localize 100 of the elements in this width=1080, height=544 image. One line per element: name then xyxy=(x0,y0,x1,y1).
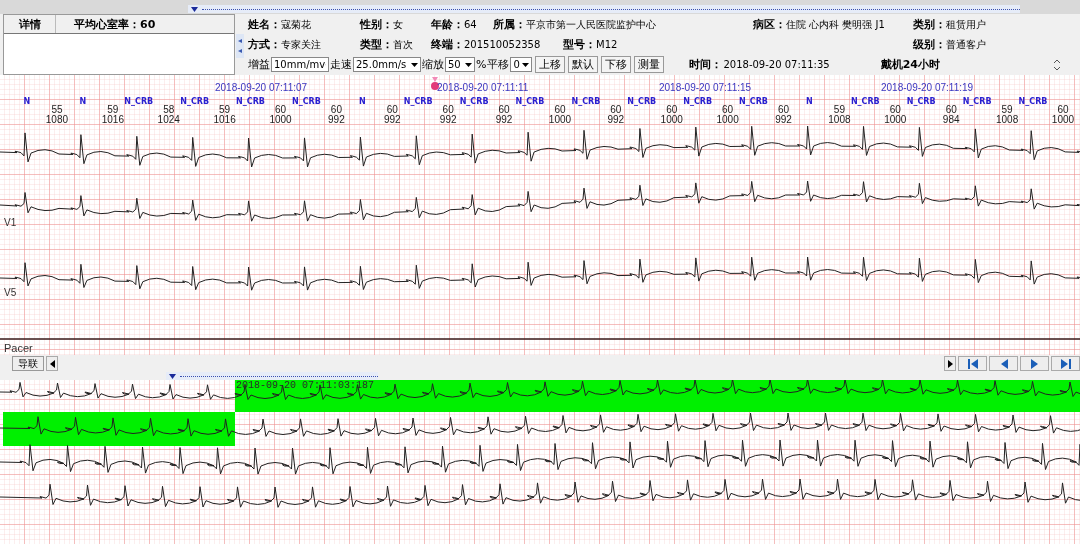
scroll-left-button[interactable] xyxy=(46,356,58,371)
rr-interval-value: 992 xyxy=(607,115,625,125)
rr-interval-value: 1000 xyxy=(716,115,739,125)
heart-rate-value: 60 xyxy=(330,105,342,115)
beat-type-label: N xyxy=(23,97,31,106)
field-value: 平京市第一人民医院监护中心 xyxy=(526,18,656,30)
rr-interval-value: 1000 xyxy=(269,115,292,125)
heart-rate-value: 59 xyxy=(833,105,845,115)
field-value: 专家关注 xyxy=(281,38,321,50)
field-label: 姓名： xyxy=(248,17,281,31)
skip-back-icon xyxy=(966,357,979,370)
rr-interval-value: 1016 xyxy=(101,115,124,125)
speed-label: 走速 xyxy=(330,57,352,72)
zoom-dropdown[interactable]: 50 xyxy=(445,57,475,72)
field-label: 性别： xyxy=(360,17,393,31)
field-label: 所属： xyxy=(493,17,526,31)
toolbar-button[interactable]: 下移 xyxy=(601,56,632,73)
field-label: 方式： xyxy=(248,37,281,51)
heart-rate-value: 60 xyxy=(666,105,678,115)
field-label: 病区： xyxy=(753,17,786,31)
beat-type-label: N_CRB xyxy=(850,97,880,106)
time-value: 2018-09-20 07:11:35 xyxy=(723,59,830,70)
heart-rate-value: 60 xyxy=(722,105,734,115)
field-value: 201510052358 xyxy=(464,38,541,50)
right-arrow-icon xyxy=(1029,357,1040,370)
heart-rate-value: 60 xyxy=(386,105,398,115)
gain-dropdown[interactable]: 10mm/mv xyxy=(271,57,329,72)
left-triangle-icon xyxy=(49,359,55,368)
rr-interval-value: 984 xyxy=(942,115,960,125)
heart-rate-value: 59 xyxy=(219,105,231,115)
field-label: 终端： xyxy=(431,37,464,51)
field-value: M12 xyxy=(596,38,618,50)
shift-dropdown[interactable]: 0 xyxy=(510,57,533,72)
lead-label: Pacer xyxy=(4,342,33,354)
spin-icon[interactable] xyxy=(1053,58,1061,71)
heart-rate-value: 60 xyxy=(498,105,510,115)
splitter-bar[interactable] xyxy=(188,5,1020,13)
heart-rate-value: 60 xyxy=(554,105,566,115)
zoom-label: 缩放 xyxy=(422,57,444,72)
heart-rate-value: 60 xyxy=(274,105,287,115)
beat-type-label: N_CRB xyxy=(571,97,601,106)
skip-forward-icon xyxy=(1059,357,1072,370)
beat-type-label: N xyxy=(806,97,813,106)
notes-field[interactable] xyxy=(4,33,234,74)
beat-type-label: N_CRB xyxy=(459,97,489,106)
right-triangle-icon xyxy=(947,359,953,368)
time-label: 时间： xyxy=(689,57,723,72)
beat-type-label: N_CRB xyxy=(515,97,545,106)
field-value: 租赁用户 xyxy=(946,18,986,30)
field-label: 类型： xyxy=(360,37,393,51)
scroll-right-button[interactable] xyxy=(944,356,956,371)
heart-rate-value: 55 xyxy=(51,105,63,115)
shift-label: 平移 xyxy=(487,57,510,72)
beat-type-label: N xyxy=(358,97,366,106)
rr-interval-value: 1008 xyxy=(828,115,851,125)
heart-rate-value: 60 xyxy=(889,105,901,115)
rr-interval-value: 1024 xyxy=(157,115,180,125)
last-page-button[interactable] xyxy=(1051,356,1080,371)
field-label: 类别： xyxy=(913,17,946,31)
toolbar-button[interactable]: 上移 xyxy=(535,56,566,73)
heart-rate-value: 58 xyxy=(163,105,175,115)
heart-rate-value: 60 xyxy=(777,105,790,115)
collapse-handle-icon[interactable] xyxy=(236,34,244,58)
rr-interval-value: 992 xyxy=(495,115,513,125)
beat-type-label: N_CRB xyxy=(739,97,768,106)
percent-label: % xyxy=(476,58,487,71)
heart-rate-value: 59 xyxy=(107,105,119,115)
rr-interval-value: 1000 xyxy=(884,115,907,125)
lead-label: V1 xyxy=(4,217,17,228)
rr-interval-value: 1000 xyxy=(1051,115,1075,125)
average-rate-text: 平均心室率：60 xyxy=(74,16,156,32)
rr-interval-value: 992 xyxy=(328,115,345,125)
heart-rate-value: 60 xyxy=(442,105,454,115)
beat-type-label: N_CRB xyxy=(180,97,210,106)
beat-type-label: N_CRB xyxy=(292,97,321,106)
heart-rate-value: 60 xyxy=(945,105,957,115)
field-value: 普通客户 xyxy=(946,38,986,50)
lead-label: V5 xyxy=(4,287,17,298)
toolbar-button[interactable]: 默认 xyxy=(568,56,599,73)
field-label: 型号： xyxy=(563,37,596,51)
speed-dropdown[interactable]: 25.0mm/s xyxy=(353,57,421,72)
splitter-bar[interactable] xyxy=(166,372,378,380)
previous-button[interactable] xyxy=(989,356,1018,371)
lead-button[interactable]: 导联 xyxy=(12,356,44,371)
next-button[interactable] xyxy=(1020,356,1049,371)
rr-interval-value: 1080 xyxy=(45,115,69,125)
heart-rate-value: 59 xyxy=(1001,105,1013,115)
beat-type-label: N_CRB xyxy=(236,97,265,106)
beat-type-label: N_CRB xyxy=(683,97,713,106)
toolbar-button[interactable]: 测量 xyxy=(634,56,665,73)
gain-label: 增益 xyxy=(248,57,270,72)
first-page-button[interactable] xyxy=(958,356,987,371)
field-value: 女 xyxy=(393,18,403,30)
beat-type-label: N_CRB xyxy=(1018,97,1048,106)
rr-interval-value: 1008 xyxy=(995,115,1019,125)
field-label: 年龄： xyxy=(431,17,464,31)
field-value: 住院 心内科 樊明强 J1 xyxy=(786,18,885,30)
rr-interval-value: 992 xyxy=(383,115,401,125)
timestamp-label: 2018-09-20 07:11:19 xyxy=(881,82,975,93)
timestamp-label: 2018-09-20 07:11:15 xyxy=(659,82,753,93)
